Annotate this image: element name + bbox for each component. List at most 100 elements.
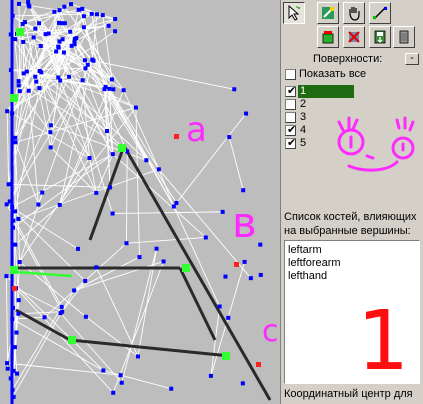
mesh-vertex[interactable] bbox=[5, 361, 10, 366]
mesh-vertex[interactable] bbox=[43, 32, 48, 37]
mesh-vertex[interactable] bbox=[240, 381, 245, 386]
mesh-vertex[interactable] bbox=[11, 368, 16, 373]
mesh-vertex[interactable] bbox=[217, 304, 222, 309]
mesh-vertex[interactable] bbox=[113, 29, 118, 34]
mesh-vertex[interactable] bbox=[144, 158, 149, 163]
mesh-vertex[interactable] bbox=[220, 209, 225, 214]
mesh-vertex[interactable] bbox=[56, 44, 61, 49]
mesh-vertex[interactable] bbox=[208, 373, 213, 378]
mesh-vertex[interactable] bbox=[137, 255, 142, 260]
mesh-vertex[interactable] bbox=[13, 140, 18, 145]
mesh-vertex[interactable] bbox=[17, 260, 22, 265]
mesh-vertex[interactable] bbox=[241, 188, 246, 193]
mesh-vertex[interactable] bbox=[76, 246, 81, 251]
hand-pan-button[interactable] bbox=[343, 2, 365, 24]
mesh-vertex[interactable] bbox=[11, 218, 16, 223]
mesh-vertex[interactable] bbox=[68, 29, 73, 34]
mesh-vertex[interactable] bbox=[61, 50, 66, 55]
mesh-vertex[interactable] bbox=[113, 17, 118, 22]
mesh-vertex[interactable] bbox=[10, 387, 15, 392]
mesh-vertex[interactable] bbox=[59, 304, 64, 309]
surface-item-label[interactable]: 3 bbox=[300, 111, 306, 123]
joint-vertex[interactable] bbox=[182, 264, 190, 272]
select-pointer-button[interactable] bbox=[283, 2, 305, 24]
mesh-vertex[interactable] bbox=[60, 309, 65, 314]
mesh-vertex[interactable] bbox=[82, 58, 87, 63]
selected-vertex[interactable] bbox=[12, 286, 17, 291]
mesh-vertex[interactable] bbox=[10, 305, 15, 310]
mesh-vertex[interactable] bbox=[74, 36, 79, 41]
mesh-vertex[interactable] bbox=[48, 123, 53, 128]
mesh-vertex[interactable] bbox=[111, 390, 116, 395]
mesh-vertex[interactable] bbox=[33, 26, 38, 31]
mesh-vertex[interactable] bbox=[21, 71, 26, 76]
mesh-vertex[interactable] bbox=[5, 366, 10, 371]
joint-vertex[interactable] bbox=[10, 266, 18, 274]
mesh-vertex[interactable] bbox=[42, 315, 47, 320]
mesh-vertex[interactable] bbox=[81, 25, 86, 30]
bone-list-item[interactable]: leftarm bbox=[288, 244, 322, 256]
mesh-vertex[interactable] bbox=[34, 79, 39, 84]
bone-list-item[interactable]: lefthand bbox=[288, 270, 327, 282]
mesh-vertex[interactable] bbox=[174, 200, 179, 205]
mesh-vertex[interactable] bbox=[31, 35, 36, 40]
mesh-vertex[interactable] bbox=[68, 2, 73, 7]
mesh-vertex[interactable] bbox=[22, 20, 27, 25]
mesh-vertex[interactable] bbox=[14, 330, 19, 335]
mesh-vertex[interactable] bbox=[16, 83, 21, 88]
mesh-vertex[interactable] bbox=[36, 202, 41, 207]
mesh-vertex[interactable] bbox=[8, 32, 13, 37]
joint-vertex[interactable] bbox=[10, 94, 18, 102]
mesh-vertex[interactable] bbox=[171, 204, 176, 209]
mesh-vertex[interactable] bbox=[59, 21, 64, 26]
mesh-vertex[interactable] bbox=[17, 89, 22, 94]
surface-item-label[interactable]: 4 bbox=[300, 124, 306, 136]
3d-viewport[interactable]: a в c bbox=[0, 0, 280, 404]
bones-listbox[interactable]: leftarm leftforearm lefthand 1 bbox=[284, 240, 420, 384]
mesh-vertex[interactable] bbox=[121, 88, 126, 93]
mesh-vertex[interactable] bbox=[6, 182, 11, 187]
joint-vertex[interactable] bbox=[222, 352, 230, 360]
mesh-vertex[interactable] bbox=[119, 380, 124, 385]
joint-vertex[interactable] bbox=[118, 144, 126, 152]
mesh-vertex[interactable] bbox=[57, 8, 62, 13]
show-all-checkbox[interactable] bbox=[285, 69, 296, 80]
mesh-vertex[interactable] bbox=[57, 202, 62, 207]
mesh-vertex[interactable] bbox=[4, 274, 9, 279]
mesh-vertex[interactable] bbox=[11, 225, 16, 230]
mesh-vertex[interactable] bbox=[80, 78, 85, 83]
mesh-vertex[interactable] bbox=[26, 0, 31, 5]
mesh-vertex[interactable] bbox=[87, 155, 92, 160]
mesh-vertex[interactable] bbox=[5, 109, 10, 114]
mesh-vertex[interactable] bbox=[16, 298, 21, 303]
mesh-vertex[interactable] bbox=[48, 145, 53, 150]
mesh-vertex[interactable] bbox=[107, 86, 112, 91]
mesh-vertex[interactable] bbox=[37, 68, 42, 73]
paint-vertex-button[interactable] bbox=[317, 2, 339, 24]
mesh-vertex[interactable] bbox=[100, 13, 105, 18]
mesh-vertex[interactable] bbox=[48, 130, 53, 135]
save-weights-button[interactable] bbox=[369, 26, 391, 48]
mesh-vertex[interactable] bbox=[60, 37, 65, 42]
mesh-vertex[interactable] bbox=[169, 386, 174, 391]
surface-item-selected[interactable]: 1 bbox=[298, 85, 354, 98]
mesh-vertex[interactable] bbox=[15, 371, 20, 376]
mesh-vertex[interactable] bbox=[12, 345, 17, 350]
mesh-vertex[interactable] bbox=[154, 246, 159, 251]
remove-weight-button[interactable] bbox=[343, 26, 365, 48]
mesh-vertex[interactable] bbox=[248, 276, 253, 281]
mesh-vertex[interactable] bbox=[203, 235, 208, 240]
mesh-vertex[interactable] bbox=[76, 7, 81, 12]
mesh-vertex[interactable] bbox=[10, 13, 15, 18]
mesh-vertex[interactable] bbox=[110, 152, 115, 157]
joint-vertex[interactable] bbox=[68, 336, 76, 344]
mesh-vertex[interactable] bbox=[33, 74, 38, 79]
mesh-vertex[interactable] bbox=[10, 317, 15, 322]
mesh-vertex[interactable] bbox=[89, 11, 94, 16]
mesh-vertex[interactable] bbox=[16, 311, 21, 316]
mesh-vertex[interactable] bbox=[52, 9, 57, 14]
surface-item-label[interactable]: 2 bbox=[300, 98, 306, 110]
mesh-vertex[interactable] bbox=[72, 288, 77, 293]
surface-checkbox-4[interactable]: ✔ bbox=[285, 124, 296, 136]
mesh-vertex[interactable] bbox=[16, 1, 21, 6]
